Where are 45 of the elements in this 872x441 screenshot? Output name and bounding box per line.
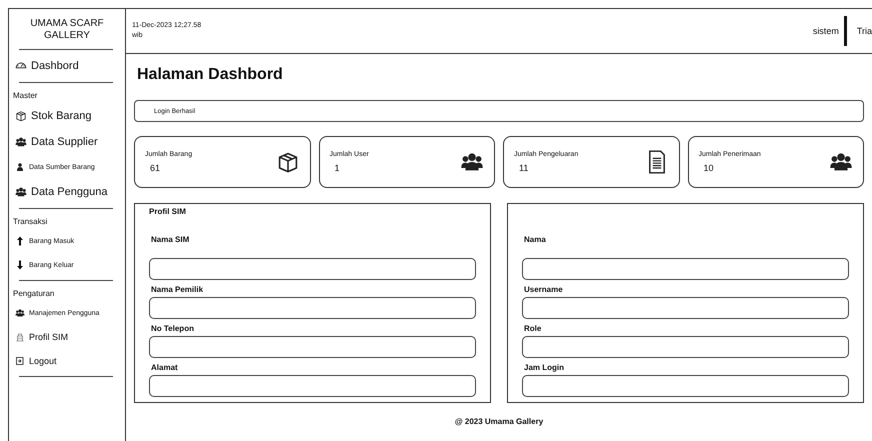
separator-bar <box>844 16 847 46</box>
user-role: sistem <box>812 26 839 36</box>
stat-value: 11 <box>519 163 530 173</box>
field-label: Nama SIM <box>151 235 190 244</box>
section-heading: Transaksi <box>13 217 48 226</box>
field-label: Nama Pemilik <box>151 285 204 294</box>
users-icon <box>15 186 27 198</box>
field-label: Jam Login <box>524 363 566 372</box>
panel-title: Profil SIM <box>149 207 186 216</box>
users-icon <box>15 308 25 318</box>
sidebar-item[interactable]: Profil SIM <box>15 332 121 342</box>
user-name: Tria <box>856 26 872 36</box>
page-title: Halaman Dashbord <box>137 66 284 84</box>
logout-icon <box>15 356 25 366</box>
field-label: Username <box>524 285 564 294</box>
footer-text: @ 2023 Umama Gallery <box>454 417 544 426</box>
stat-value: 61 <box>150 163 162 173</box>
section-heading: Master <box>13 91 38 100</box>
sidebar-item[interactable]: Logout <box>15 356 121 366</box>
field-label: Nama <box>524 235 547 244</box>
input-field[interactable] <box>149 336 476 358</box>
field-label: Alamat <box>151 363 179 372</box>
input-field[interactable] <box>522 297 849 319</box>
sidebar-item[interactable]: Stok Barang <box>15 110 121 122</box>
input-field[interactable] <box>149 297 476 319</box>
sidebar-item[interactable]: Data Pengguna <box>15 186 121 198</box>
user-icon <box>15 162 25 172</box>
sidebar-item[interactable]: Data Supplier <box>15 136 121 148</box>
building-icon <box>15 332 25 342</box>
box-icon <box>15 110 27 122</box>
sidebar-item[interactable]: Dashbord <box>15 60 121 72</box>
section-heading: Pengaturan <box>13 289 56 298</box>
down-arrow-icon <box>15 260 25 270</box>
field-label: No Telepon <box>151 324 195 333</box>
input-field[interactable] <box>522 375 849 397</box>
stat-value: 10 <box>704 163 715 173</box>
input-field[interactable] <box>149 375 476 397</box>
field-label: Role <box>524 324 542 333</box>
up-arrow-icon <box>15 236 25 246</box>
input-field[interactable] <box>149 258 476 280</box>
input-field[interactable] <box>522 258 849 280</box>
users-icon <box>15 136 27 148</box>
input-field[interactable] <box>522 336 849 358</box>
stat-value: 1 <box>334 163 341 173</box>
brand-title: UMAMA SCARF GALLERY <box>29 17 105 42</box>
